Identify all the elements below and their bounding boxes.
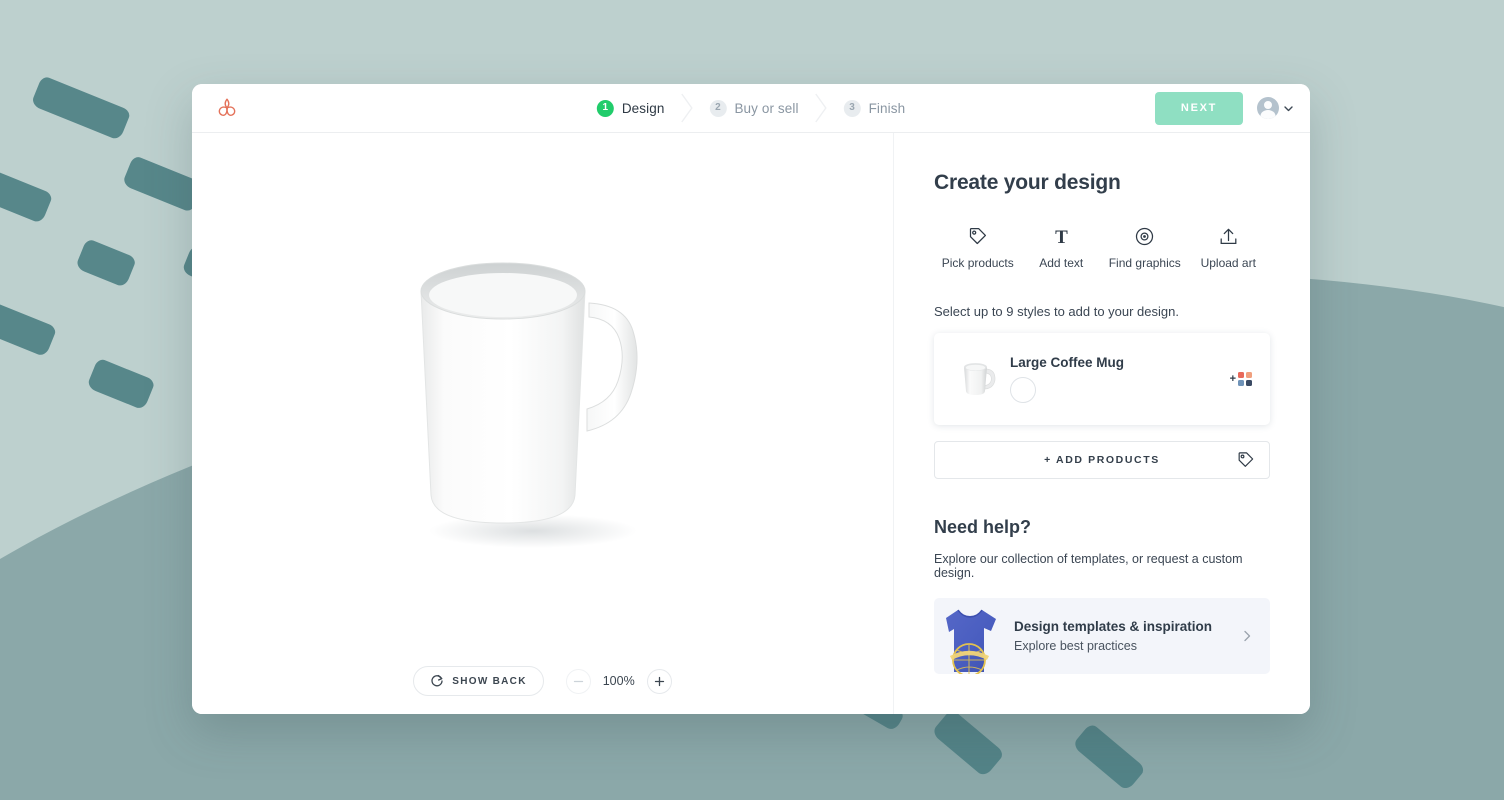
blue-tshirt-thumbnail: [934, 598, 1002, 674]
minus-icon: [573, 680, 583, 682]
step-design[interactable]: 1 Design: [581, 84, 681, 132]
add-products-button[interactable]: + ADD PRODUCTS: [934, 441, 1270, 479]
background-brush-stroke: [0, 168, 54, 224]
product-card-large-coffee-mug[interactable]: Large Coffee Mug +: [934, 333, 1270, 425]
need-help-subtitle: Explore our collection of templates, or …: [934, 552, 1243, 580]
account-menu[interactable]: [1257, 97, 1294, 119]
tool-add-text[interactable]: T Add text: [1020, 225, 1104, 271]
step-label: Buy or sell: [734, 100, 799, 116]
zoom-level: 100%: [602, 674, 635, 688]
chevron-down-icon: [1284, 105, 1293, 111]
tool-label: Upload art: [1200, 256, 1256, 270]
tool-row: Pick products T Add text Find graphics U…: [934, 225, 1271, 271]
plus-label: +: [1229, 373, 1236, 385]
app-header: 1 Design 2 Buy or sell 3 Finish NEXT: [192, 84, 1310, 133]
avatar: [1257, 97, 1279, 119]
svg-text:T: T: [1055, 227, 1068, 247]
three-petal-flower-logo[interactable]: [214, 95, 240, 121]
app-body: SHOW BACK 100% Create your design Pick p…: [192, 133, 1310, 714]
product-name: Large Coffee Mug: [1010, 355, 1125, 370]
show-back-button[interactable]: SHOW BACK: [413, 666, 544, 696]
show-back-label: SHOW BACK: [452, 675, 527, 687]
mug-thumbnail-icon: [956, 358, 1002, 400]
design-canvas[interactable]: SHOW BACK 100%: [192, 133, 894, 714]
background-brush-stroke: [74, 238, 138, 288]
upload-arrow-icon: [1218, 225, 1239, 247]
header-actions: NEXT: [1155, 91, 1294, 125]
step-number: 1: [596, 99, 614, 117]
zoom-out-button[interactable]: [565, 668, 591, 694]
target-circle-icon: [1134, 225, 1155, 247]
progress-stepper: 1 Design 2 Buy or sell 3 Finish: [581, 84, 921, 132]
plus-icon: [654, 676, 664, 686]
tag-icon: [967, 225, 988, 247]
text-T-icon: T: [1051, 225, 1072, 247]
step-buy-or-sell[interactable]: 2 Buy or sell: [693, 84, 814, 132]
add-colors-button[interactable]: +: [1230, 372, 1252, 386]
step-label: Finish: [868, 100, 906, 116]
tool-label: Pick products: [941, 256, 1014, 270]
canvas-toolbar: SHOW BACK 100%: [192, 666, 893, 696]
background-brush-stroke: [86, 357, 156, 411]
product-color-swatch[interactable]: [1010, 377, 1036, 403]
background-brush-stroke: [30, 75, 132, 141]
tool-label: Add text: [1039, 256, 1084, 270]
background-brush-stroke: [0, 300, 58, 358]
tool-upload-art[interactable]: Upload art: [1187, 225, 1271, 270]
tool-find-graphics[interactable]: Find graphics: [1103, 225, 1187, 270]
template-title: Design templates & inspiration: [1014, 619, 1213, 634]
need-help-title: Need help?: [934, 517, 1032, 537]
next-button[interactable]: NEXT: [1155, 91, 1243, 125]
zoom-controls: 100%: [565, 668, 672, 694]
design-side-panel: Create your design Pick products T Add t…: [894, 133, 1310, 714]
template-subtitle: Explore best practices: [1014, 639, 1137, 653]
product-info: Large Coffee Mug: [1010, 355, 1230, 403]
tag-icon: [1238, 452, 1254, 467]
step-separator-icon: [680, 93, 693, 123]
app-window: 1 Design 2 Buy or sell 3 Finish NEXT SHO…: [192, 84, 1310, 714]
styles-helper-text: Select up to 9 styles to add to your des…: [934, 304, 1179, 319]
zoom-in-button[interactable]: [646, 668, 672, 694]
chevron-right-icon: [1244, 630, 1251, 642]
step-number: 3: [843, 99, 861, 117]
step-separator-icon: [814, 93, 827, 123]
tool-pick-products[interactable]: Pick products: [936, 225, 1020, 270]
template-text: Design templates & inspiration Explore b…: [1014, 619, 1240, 653]
rotate-icon: [431, 674, 443, 687]
step-finish[interactable]: 3 Finish: [828, 84, 922, 132]
step-label: Design: [621, 100, 665, 116]
add-products-label: + ADD PRODUCTS: [1044, 454, 1160, 466]
template-card[interactable]: Design templates & inspiration Explore b…: [934, 598, 1270, 674]
tool-label: Find graphics: [1108, 256, 1181, 270]
page-title: Create your design: [934, 171, 1121, 194]
mug-preview[interactable]: [393, 243, 693, 558]
color-palette-dots-icon: [1238, 372, 1252, 386]
step-number: 2: [709, 99, 727, 117]
